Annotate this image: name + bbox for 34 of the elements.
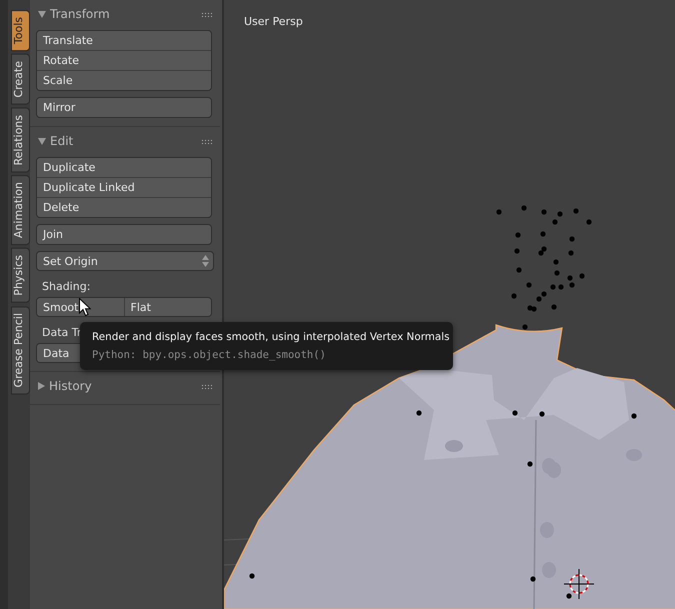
tool-button[interactable]: Delete: [37, 197, 211, 217]
section-label: Shading:: [42, 280, 90, 293]
section-label: Data Tr: [42, 326, 82, 339]
sidebar-tab[interactable]: Create: [11, 54, 30, 105]
3d-cursor-icon: [564, 568, 594, 600]
tool-button[interactable]: Duplicate: [37, 158, 211, 177]
tool-button[interactable]: Rotate: [37, 50, 211, 70]
panel-title[interactable]: History: [49, 379, 197, 393]
drag-grip-icon[interactable]: [201, 12, 212, 16]
drag-grip-icon[interactable]: [201, 384, 212, 388]
sidebar-tab[interactable]: Physics: [11, 248, 30, 303]
panel-title[interactable]: Edit: [50, 134, 197, 148]
tool-button[interactable]: Duplicate Linked: [37, 177, 211, 197]
drag-grip-icon[interactable]: [201, 138, 212, 144]
tool-button[interactable]: Scale: [37, 70, 211, 90]
collapse-arrow-icon[interactable]: [38, 10, 46, 18]
tooltip-python: Python: bpy.ops.object.shade_smooth(): [92, 349, 326, 361]
expand-arrow-icon[interactable]: [38, 382, 45, 390]
sidebar-tab[interactable]: Animation: [11, 175, 30, 246]
panel-title[interactable]: Transform: [50, 7, 197, 21]
tooltip-text: Render and display faces smooth, using interpolated Vertex Normals: [92, 331, 450, 343]
toggle-button[interactable]: Flat: [124, 298, 211, 316]
tool-button[interactable]: Join: [37, 225, 211, 244]
tool-button[interactable]: Mirror: [37, 98, 211, 117]
dropdown[interactable]: Set Origin: [36, 251, 214, 271]
tool-button[interactable]: Translate: [37, 31, 211, 50]
sidebar-tab[interactable]: Relations: [11, 108, 30, 172]
updown-arrow-icon: [202, 255, 209, 267]
sidebar-tab[interactable]: Grease Pencil: [11, 306, 30, 394]
sidebar-tab[interactable]: Tools: [11, 10, 30, 52]
collapse-arrow-icon[interactable]: [38, 138, 46, 144]
cursor-icon: [79, 298, 91, 317]
viewport-label: User Persp: [244, 15, 303, 28]
toggle-button[interactable]: Smoot: [37, 298, 124, 316]
